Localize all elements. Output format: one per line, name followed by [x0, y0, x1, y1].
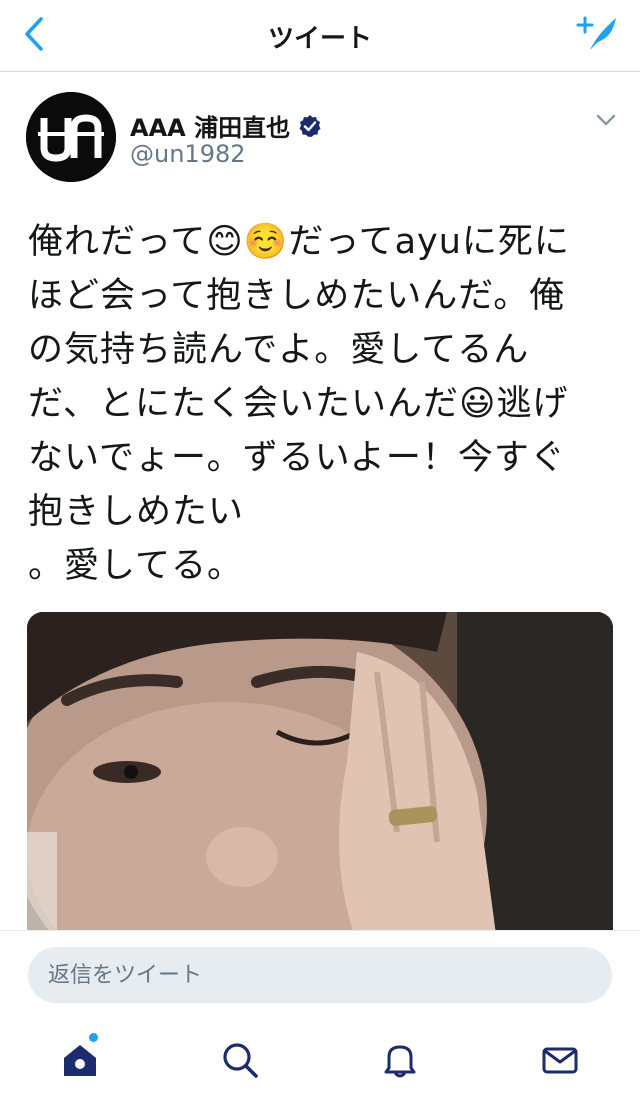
verified-badge-icon	[299, 114, 321, 137]
tab-search[interactable]	[210, 1032, 270, 1088]
notifications-bell-icon	[384, 1045, 416, 1078]
chevron-down-icon	[596, 114, 616, 126]
compose-tweet-button[interactable]	[574, 10, 622, 58]
tweet-text: 俺れだって😊☺️だってayuに死に ほど会って抱きしめたいんだ。俺 の気持ち読ん…	[28, 222, 570, 586]
un-logo-avatar	[26, 92, 116, 182]
avatar[interactable]	[26, 92, 116, 182]
reply-composer	[0, 930, 640, 1020]
author-username[interactable]: @un1982	[130, 140, 246, 168]
compose-tweet-icon	[576, 16, 616, 50]
tweet-photo[interactable]	[27, 612, 613, 942]
tweet-header: AAA 浦田直也 @un1982	[0, 72, 640, 192]
tab-notifications[interactable]	[370, 1032, 430, 1088]
tweet-detail-screen: ツイート AAA 浦田直也 @un1982 俺れだって😊☺️だってayuに死に …	[0, 0, 640, 1100]
home-icon	[64, 1045, 96, 1076]
page-title: ツイート	[267, 24, 372, 54]
unread-dot	[89, 1033, 98, 1042]
author-display-name[interactable]: AAA 浦田直也	[130, 108, 290, 143]
bottom-tab-bar	[0, 1020, 640, 1100]
search-icon	[223, 1043, 258, 1078]
reply-input[interactable]	[28, 947, 612, 1003]
tweet-options-button[interactable]	[594, 108, 618, 132]
messages-envelope-icon	[542, 1047, 578, 1074]
selfie-photo	[27, 612, 613, 942]
tab-messages[interactable]	[530, 1032, 590, 1088]
top-navigation-bar: ツイート	[0, 0, 640, 72]
author-name-row: AAA 浦田直也	[130, 108, 322, 143]
tab-home[interactable]	[50, 1032, 110, 1088]
